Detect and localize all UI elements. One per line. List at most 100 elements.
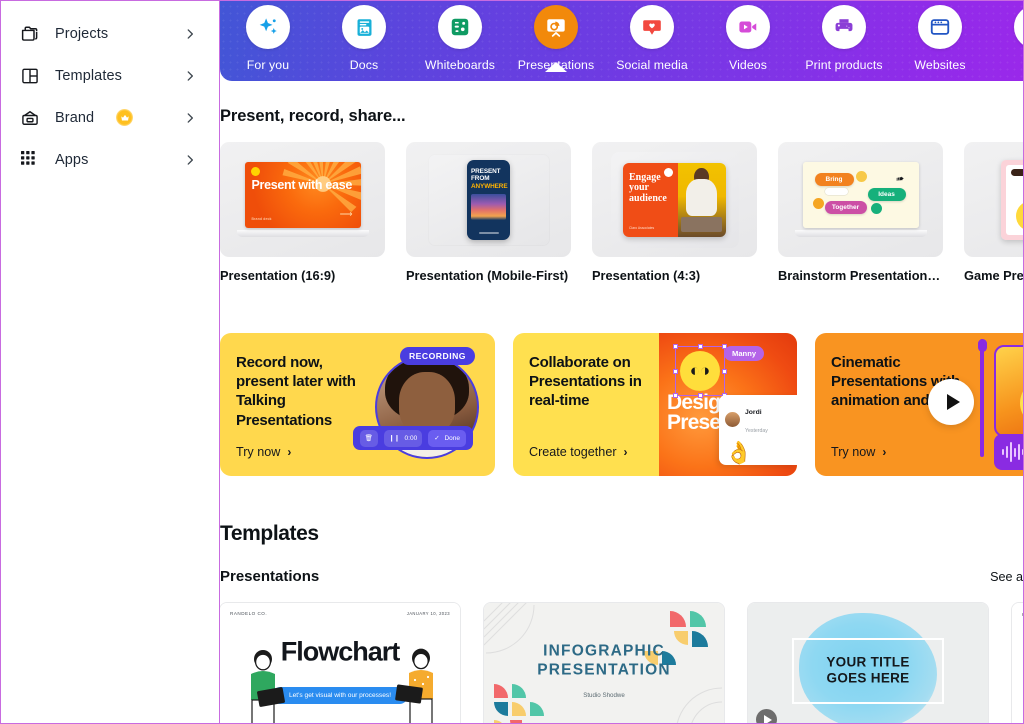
thumbnail-presentation-43: Engage your audience Claro Associates: [592, 142, 757, 257]
done-label: Done: [444, 434, 460, 442]
recording-controls[interactable]: 🗑 ❙❙ 0:00 ✓ Done: [352, 426, 473, 450]
sidebar-item-apps[interactable]: Apps: [15, 139, 205, 180]
promo-cta[interactable]: Try now ›: [236, 445, 291, 459]
doc-type-card-row: Present with ease Brand deck ⟶ Presentat…: [220, 142, 1023, 283]
category-videos[interactable]: Videos: [700, 5, 796, 72]
template-card-watercolor[interactable]: YOUR TITLE GOES HERE: [748, 603, 988, 723]
crown-badge-icon: [116, 109, 134, 126]
chevron-right-icon: [181, 67, 199, 85]
video-play-icon[interactable]: [756, 709, 777, 723]
illustration-person-left: [251, 650, 285, 723]
templates-subtitle: Presentations: [220, 568, 320, 585]
slide-subtitle: Claro Associates: [629, 225, 655, 230]
person-face: [399, 372, 455, 434]
category-label: For you: [246, 58, 290, 72]
promo-talking-presentations[interactable]: Record now, present later with Talking P…: [220, 333, 495, 476]
doc-type-card[interactable]: Bring Ideas Together ➠ Brainstorm Presen…: [778, 142, 943, 283]
logo-badge-icon: [663, 167, 673, 177]
template-title: INFOGRAPHIC PRESENTATION: [537, 642, 671, 679]
promo-cta[interactable]: Try now ›: [831, 445, 886, 459]
promo-heading: Record now, present later with Talking P…: [236, 354, 356, 429]
thumbnail-brainstorm: Bring Ideas Together ➠: [778, 142, 943, 257]
doc-type-label: Presentation (16:9): [220, 268, 336, 283]
document-icon: [342, 5, 386, 49]
game-title-bar: [1010, 168, 1023, 176]
emoji-sticker: [812, 198, 824, 209]
category-whiteboards[interactable]: Whiteboards: [412, 5, 508, 72]
category-docs[interactable]: Docs: [316, 5, 412, 72]
doc-type-card[interactable]: PRESENT FROM ANYWHERE Presentation (Mobi…: [406, 142, 571, 283]
thumbnail-presentation-169: Present with ease Brand deck ⟶: [220, 142, 385, 257]
phone-slide-image: [471, 193, 506, 220]
avatar: [725, 411, 740, 427]
sidebar-item-projects[interactable]: Projects: [15, 13, 205, 54]
grid-apps-icon: [19, 149, 41, 171]
main-content: For you Docs Whiteboards Presentations S…: [220, 0, 1024, 724]
promo-cinematic[interactable]: Cinematic Presentations with animation a…: [815, 333, 1023, 476]
hand-sticker-icon: 👌: [725, 440, 753, 465]
timeline-track: [978, 339, 987, 457]
doc-type-card[interactable]: Engage your audience Claro Associates Pr…: [592, 142, 757, 283]
sidebar-label-templates: Templates: [55, 67, 122, 84]
heart-pin-icon: [630, 5, 674, 49]
slide-title: Engage your audience: [629, 171, 667, 204]
category-presentations[interactable]: Presentations: [508, 5, 604, 72]
promo-collaborate[interactable]: Design Prese ◐◑ Manny Jordi Yesterday 👌 …: [513, 333, 797, 476]
selection-box: ◐◑ Manny: [673, 344, 765, 398]
brainstorm-pill: Ideas: [867, 188, 906, 201]
promo-banner-row: Record now, present later with Talking P…: [220, 333, 1023, 476]
cursor-icon: ➠: [895, 173, 906, 186]
category-partial-next[interactable]: [988, 5, 1023, 49]
chevron-right-icon: ›: [287, 445, 292, 459]
sticky-note: [824, 188, 848, 195]
recording-badge: RECORDING: [399, 347, 475, 365]
comment-card: Jordi Yesterday 👌: [719, 395, 797, 465]
template-card-row: RANDELO CO. JANUARY 10, 2023 Flowchart L…: [220, 603, 1023, 723]
sidebar-item-brand[interactable]: Brand: [15, 97, 205, 138]
sidebar-label-apps: Apps: [55, 151, 89, 168]
category-social-media[interactable]: Social media: [604, 5, 700, 72]
sidebar-label-brand: Brand: [55, 109, 95, 126]
presentation-icon: [534, 5, 578, 49]
sparkle-icon: [246, 5, 290, 49]
promo-heading: Collaborate on Presentations in real-tim…: [529, 354, 642, 410]
character-sticker: [1020, 379, 1023, 427]
sidebar-item-templates[interactable]: Templates: [15, 55, 205, 96]
template-title: YOUR TITLE GOES HERE: [826, 654, 909, 687]
timeline-knob: [978, 339, 987, 352]
template-card-purple-sticky[interactable]: HIGH Company P S A systematic way t: [1012, 603, 1023, 723]
promo-cta-label: Try now: [831, 445, 876, 459]
template-card-infographic[interactable]: INFOGRAPHIC PRESENTATION Studio Shodwe: [484, 603, 724, 723]
browser-window-icon: [918, 5, 962, 49]
finish-recording-button[interactable]: ✓ Done: [428, 429, 466, 447]
see-all-link[interactable]: See a: [990, 570, 1023, 584]
laptop-base: [236, 230, 369, 237]
doc-type-card[interactable]: Present with ease Brand deck ⟶ Presentat…: [220, 142, 385, 283]
category-list: For you Docs Whiteboards Presentations S…: [220, 1, 1023, 81]
printer-icon: [822, 5, 866, 49]
chevron-right-icon: ›: [882, 445, 887, 459]
category-for-you[interactable]: For you: [220, 5, 316, 72]
delete-recording-button[interactable]: 🗑: [359, 429, 378, 447]
brainstorm-pill: Together: [824, 201, 867, 214]
pause-recording-button[interactable]: ❙❙ 0:00: [383, 429, 423, 447]
video-camera-icon: [726, 5, 770, 49]
thumbnail-presentation-mobile: PRESENT FROM ANYWHERE: [406, 142, 571, 257]
play-icon[interactable]: [928, 379, 974, 425]
category-nav-bar: For you Docs Whiteboards Presentations S…: [220, 1, 1023, 81]
category-label: Videos: [729, 58, 767, 72]
emoji-sticker: ◐◑: [680, 351, 720, 391]
template-card-flowchart[interactable]: RANDELO CO. JANUARY 10, 2023 Flowchart L…: [220, 603, 460, 723]
content-area: Present, record, share... Present with e…: [220, 81, 1023, 723]
category-print-products[interactable]: Print products: [796, 5, 892, 72]
whiteboard-icon: [438, 5, 482, 49]
doc-type-card[interactable]: Game Pres: [964, 142, 1023, 283]
left-sidebar: Projects Templates Brand Apps: [0, 0, 220, 724]
chevron-right-icon: [181, 109, 199, 127]
category-websites[interactable]: Websites: [892, 5, 988, 72]
brainstorm-pill: Bring: [814, 173, 854, 186]
chevron-right-icon: [181, 151, 199, 169]
chevron-right-icon: [181, 25, 199, 43]
person-body: [686, 178, 718, 216]
promo-cta[interactable]: Create together ›: [529, 445, 628, 459]
